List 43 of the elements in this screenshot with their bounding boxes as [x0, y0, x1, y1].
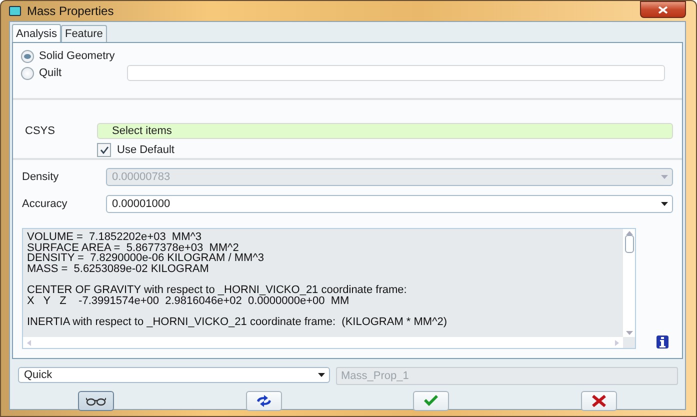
checkbox-label: Use Default — [117, 144, 174, 156]
close-icon — [658, 6, 668, 14]
radio-label: Solid Geometry — [39, 50, 116, 62]
vertical-scrollbar[interactable] — [623, 229, 635, 337]
window-title: Mass Properties — [27, 4, 115, 18]
ok-button[interactable] — [413, 391, 450, 411]
dropdown-field[interactable]: 0.00001000 — [106, 195, 673, 213]
cycle-arrows-icon — [254, 395, 273, 407]
caret-icon — [660, 202, 668, 206]
caret-icon — [318, 373, 324, 377]
close-button[interactable] — [640, 1, 686, 18]
radio-button[interactable] — [21, 50, 34, 62]
dropdown-field[interactable]: Quick — [18, 367, 330, 383]
result-line: X Y Z -7.3991574e+00 2.9816046e+02 0.0000000e+00 MM — [27, 296, 350, 306]
window-icon — [9, 6, 21, 16]
checkbox[interactable] — [97, 143, 111, 157]
preview-button[interactable] — [78, 391, 114, 411]
checkmark-icon — [423, 395, 440, 407]
input-field[interactable] — [127, 65, 665, 81]
repeat-button[interactable] — [246, 391, 282, 411]
result-line: INERTIA with respect to _HORNI_VICKO_21 coordinate frame: (KILOGRAM * MM^2) — [27, 316, 448, 328]
result-line: CENTER OF GRAVITY with respect to _HORNI_VICKO_21 coordinate frame: — [27, 284, 408, 296]
glasses-icon — [86, 396, 106, 406]
selection-field[interactable]: Select items — [97, 123, 673, 139]
scroll-down-icon[interactable] — [626, 331, 632, 335]
info-icon[interactable] — [656, 335, 669, 349]
result-line: SURFACE AREA = 5.8677378e+03 MM^2 — [27, 242, 239, 254]
scrollbar-corner — [623, 337, 635, 348]
field-label: Density — [22, 171, 60, 183]
scrollbar-thumb[interactable] — [624, 235, 634, 253]
result-line: VOLUME = 7.1852202e+03 MM^3 — [27, 232, 203, 243]
tab[interactable]: Feature — [60, 25, 107, 42]
checkmark-icon — [100, 146, 108, 154]
tab[interactable]: Analysis — [12, 24, 61, 42]
cross-icon — [591, 395, 608, 407]
result-line: MASS = 5.6253089e-02 KILOGRAM — [27, 264, 210, 274]
radio-label: Quilt — [39, 67, 63, 79]
caret-icon — [660, 175, 668, 179]
cancel-button[interactable] — [581, 391, 618, 411]
result-line: DENSITY = 7.8290000e-06 KILOGRAM / MM^3 — [27, 253, 265, 264]
radio-button[interactable] — [21, 66, 34, 80]
field-label: Accuracy — [22, 198, 68, 210]
field-label: CSYS — [25, 125, 56, 137]
